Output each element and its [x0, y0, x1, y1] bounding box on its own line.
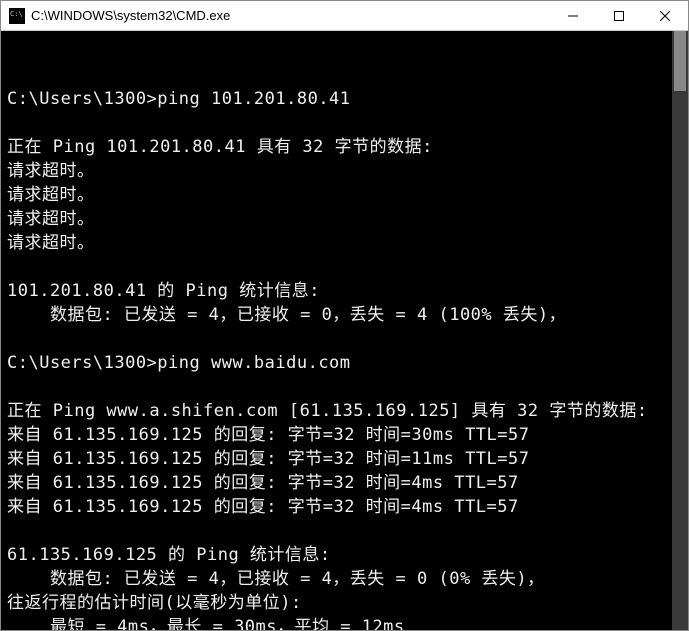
minimize-icon — [568, 11, 578, 21]
maximize-button[interactable] — [596, 1, 642, 30]
scroll-thumb[interactable] — [674, 31, 686, 91]
close-button[interactable] — [642, 1, 688, 30]
ping-stats-packets: 数据包: 已发送 = 4，已接收 = 0，丢失 = 4 (100% 丢失)， — [7, 305, 566, 325]
ping-stats-packets: 数据包: 已发送 = 4，已接收 = 4，丢失 = 0 (0% 丢失)， — [7, 569, 545, 589]
ping-timeout: 请求超时。 — [7, 185, 95, 205]
scrollbar[interactable] — [672, 31, 688, 630]
terminal-output[interactable]: C:\Users\1300>ping 101.201.80.41 正在 Ping… — [1, 31, 672, 630]
close-icon — [660, 11, 670, 21]
ping-timeout: 请求超时。 — [7, 161, 95, 181]
ping-rtt-header: 往返行程的估计时间(以毫秒为单位): — [7, 593, 302, 613]
command-text: ping www.baidu.com — [157, 353, 350, 373]
ping-reply: 来自 61.135.169.125 的回复: 字节=32 时间=4ms TTL=… — [7, 473, 519, 493]
prompt: C:\Users\1300> — [7, 353, 157, 373]
ping-stats-header: 101.201.80.41 的 Ping 统计信息: — [7, 281, 320, 301]
minimize-button[interactable] — [550, 1, 596, 30]
ping-rtt-values: 最短 = 4ms，最长 = 30ms，平均 = 12ms — [7, 617, 405, 630]
cmd-icon — [9, 8, 25, 24]
maximize-icon — [614, 11, 624, 21]
window-controls — [550, 1, 688, 30]
ping-reply: 来自 61.135.169.125 的回复: 字节=32 时间=30ms TTL… — [7, 425, 530, 445]
blank-line — [7, 65, 18, 85]
window-title: C:\WINDOWS\system32\CMD.exe — [31, 8, 550, 23]
ping-reply: 来自 61.135.169.125 的回复: 字节=32 时间=11ms TTL… — [7, 449, 530, 469]
ping-timeout: 请求超时。 — [7, 209, 95, 229]
prompt: C:\Users\1300> — [7, 89, 157, 109]
ping-header: 正在 Ping 101.201.80.41 具有 32 字节的数据: — [7, 137, 433, 157]
titlebar[interactable]: C:\WINDOWS\system32\CMD.exe — [1, 1, 688, 31]
ping-reply: 来自 61.135.169.125 的回复: 字节=32 时间=4ms TTL=… — [7, 497, 519, 517]
ping-header: 正在 Ping www.a.shifen.com [61.135.169.125… — [7, 401, 648, 421]
terminal-area: C:\Users\1300>ping 101.201.80.41 正在 Ping… — [1, 31, 688, 630]
ping-timeout: 请求超时。 — [7, 233, 95, 253]
ping-stats-header: 61.135.169.125 的 Ping 统计信息: — [7, 545, 331, 565]
cmd-window: C:\WINDOWS\system32\CMD.exe C:\Users\130… — [0, 0, 689, 631]
command-text: ping 101.201.80.41 — [157, 89, 350, 109]
